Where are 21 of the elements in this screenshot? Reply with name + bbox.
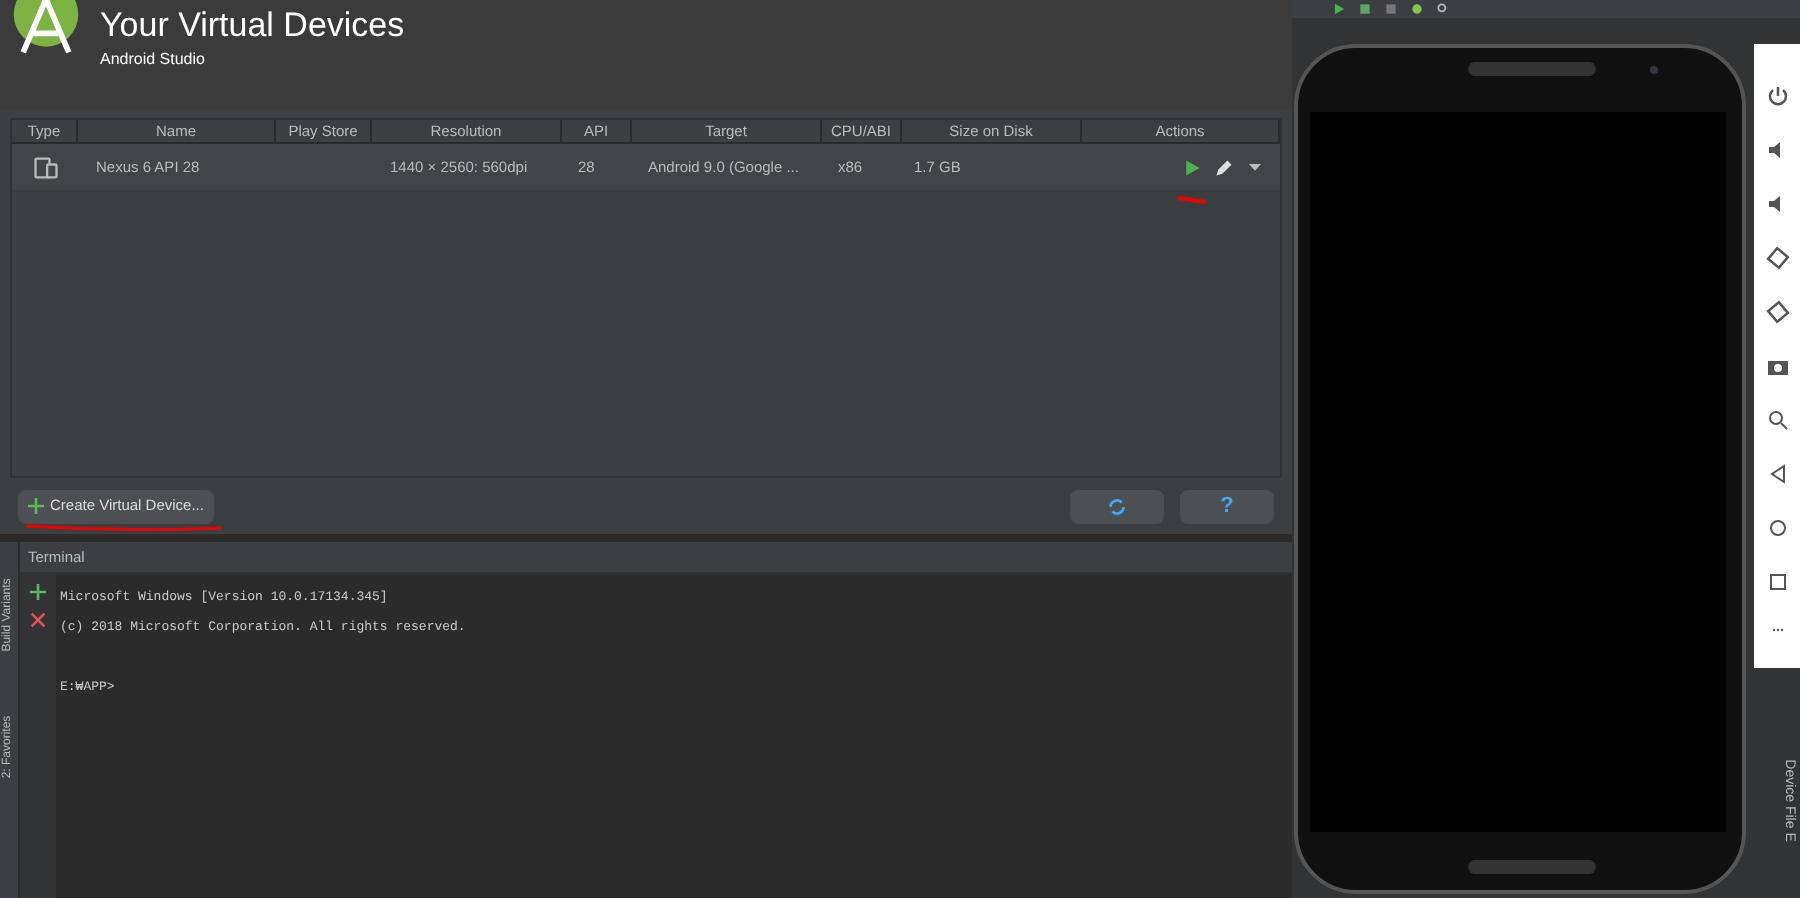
play-icon (1182, 157, 1202, 177)
rotate-icon (1765, 300, 1789, 324)
refresh-button[interactable] (1070, 489, 1164, 523)
refresh-icon (1106, 495, 1128, 517)
annotation-underline (1176, 195, 1208, 203)
page-title: Your Virtual Devices (100, 6, 405, 46)
page-subtitle: Android Studio (100, 48, 207, 72)
plus-icon (28, 498, 44, 514)
close-icon[interactable] (30, 612, 46, 628)
back-icon (1765, 462, 1789, 486)
home-icon (1765, 516, 1789, 540)
caret-icon (1246, 158, 1264, 176)
zoom-icon (1765, 408, 1789, 432)
help-button[interactable]: ? (1180, 489, 1274, 523)
pencil-icon (1214, 157, 1234, 177)
overview-icon (1765, 570, 1789, 594)
plus-icon[interactable] (30, 584, 46, 600)
devices-icon (31, 153, 59, 181)
rotate-icon (1765, 246, 1789, 270)
search-icon (1436, 2, 1450, 16)
power-icon (1765, 84, 1789, 108)
